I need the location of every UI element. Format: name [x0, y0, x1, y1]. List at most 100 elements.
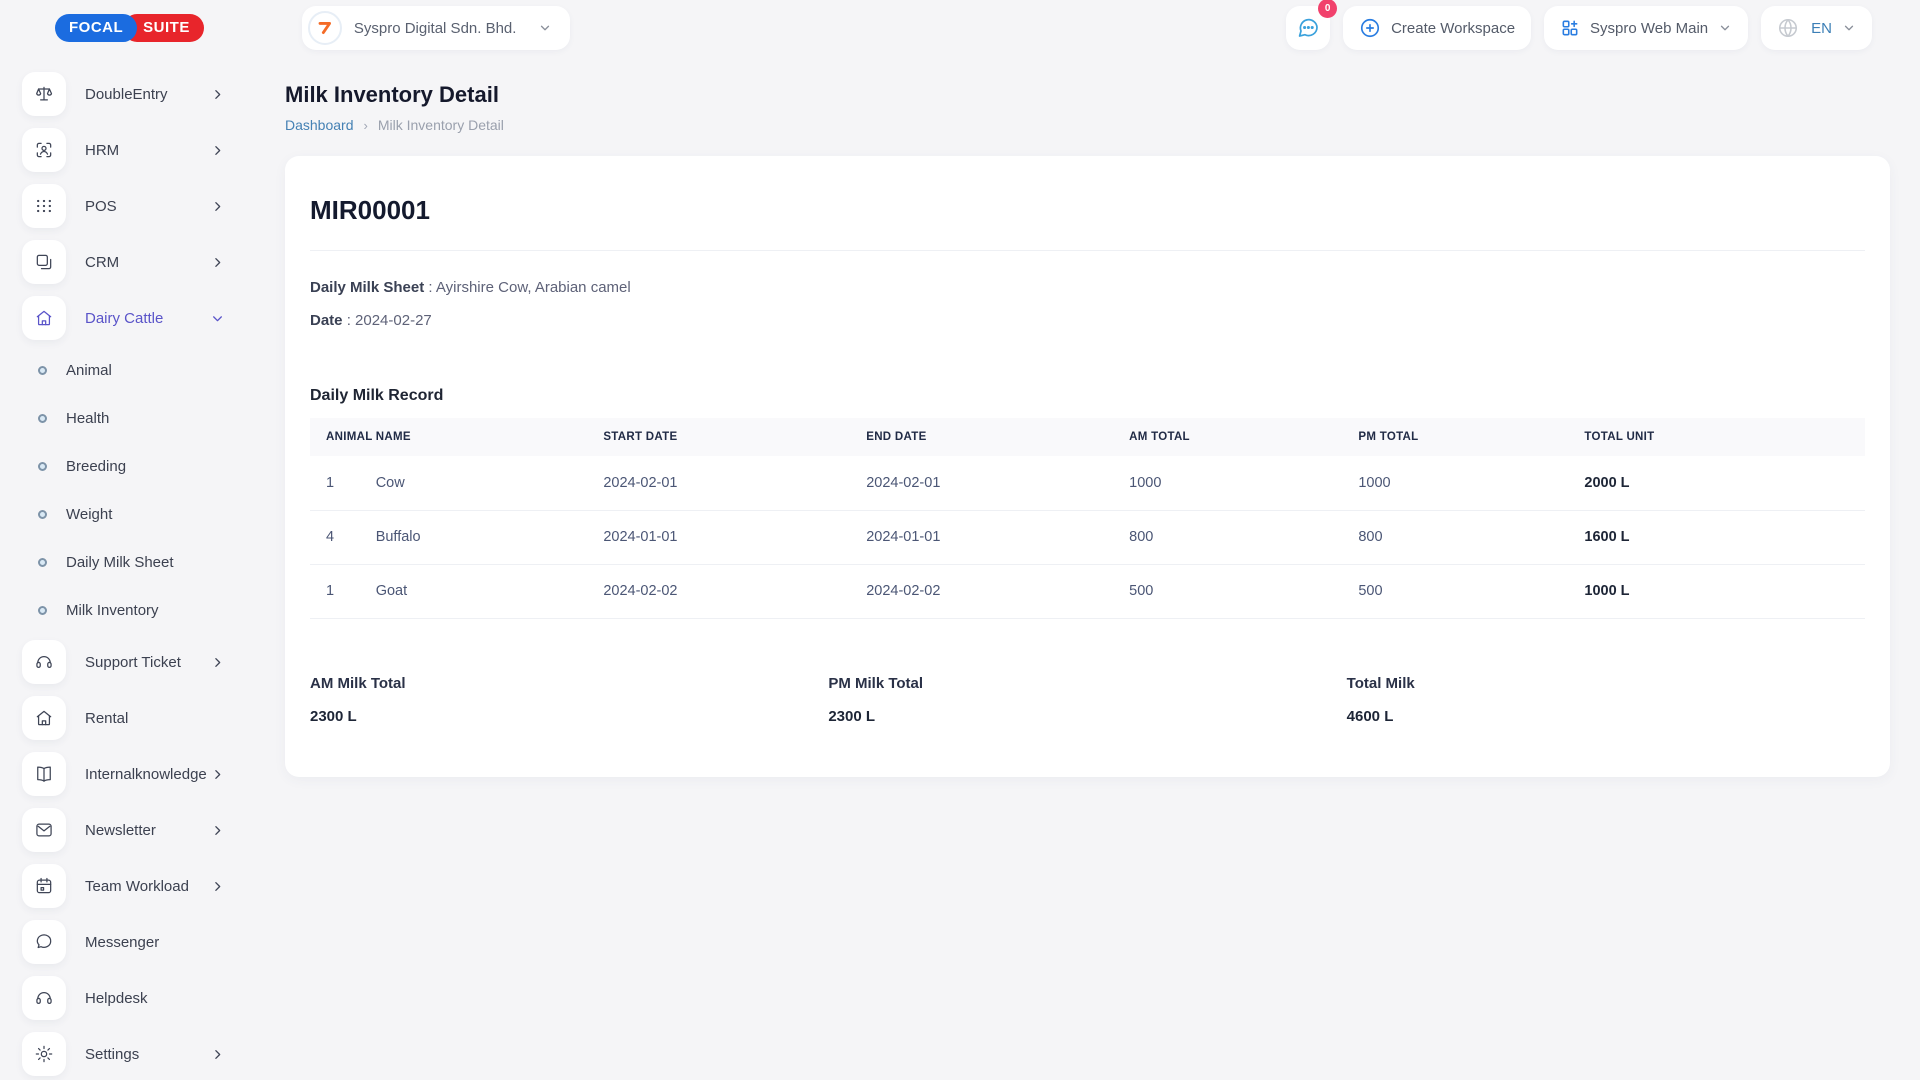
focal-suite-logo: FOCAL SUITE — [55, 14, 204, 42]
sidebar-item-team-workload[interactable]: Team Workload — [0, 858, 258, 914]
cell-start-date: 2024-01-01 — [587, 510, 850, 564]
sidebar-subitem-health[interactable]: Health — [0, 394, 258, 442]
workspace-grid-icon — [1560, 18, 1580, 38]
sidebar-item-helpdesk[interactable]: Helpdesk — [0, 970, 258, 1026]
record-code: MIR00001 — [310, 195, 1865, 226]
sidebar-item-support-ticket[interactable]: Support Ticket — [0, 634, 258, 690]
sidebar-item-hrm[interactable]: HRM — [0, 122, 258, 178]
sidebar-item-doubleentry[interactable]: DoubleEntry — [0, 66, 258, 122]
globe-icon — [1777, 17, 1799, 39]
sidebar-subitem-label: Breeding — [66, 458, 126, 475]
chat-bubble-icon — [22, 920, 66, 964]
chevron-right-icon — [211, 88, 224, 101]
home-icon — [22, 296, 66, 340]
sidebar-item-dairy-cattle[interactable]: Dairy Cattle — [0, 290, 258, 346]
calendar-icon — [22, 864, 66, 908]
cell-animal-name: Goat — [360, 564, 588, 618]
bullet-icon — [38, 606, 47, 615]
cell-am-total: 1000 — [1113, 456, 1342, 510]
chevron-right-icon — [211, 1048, 224, 1061]
daily-milk-record-table: ANIMAL NAME START DATE END DATE AM TOTAL… — [310, 418, 1865, 619]
milk-summary: AM Milk Total 2300 L PM Milk Total 2300 … — [310, 675, 1865, 725]
plus-circle-icon — [1359, 17, 1381, 39]
sidebar-item-label: DoubleEntry — [85, 86, 168, 103]
copy-squares-icon — [22, 240, 66, 284]
chevron-right-icon — [211, 656, 224, 669]
breadcrumb-dashboard-link[interactable]: Dashboard — [285, 117, 354, 133]
bullet-icon — [38, 510, 47, 519]
sidebar-item-label: Support Ticket — [85, 654, 181, 671]
chevron-right-icon — [211, 880, 224, 893]
sidebar-item-label: Team Workload — [85, 878, 189, 895]
total-milk-block: Total Milk 4600 L — [1347, 675, 1865, 725]
cell-am-total: 800 — [1113, 510, 1342, 564]
cell-animal-name: Cow — [360, 456, 588, 510]
am-milk-total-label: AM Milk Total — [310, 675, 828, 692]
chat-bubble-dots-icon — [1296, 16, 1320, 40]
sidebar-subitem-breeding[interactable]: Breeding — [0, 442, 258, 490]
chevron-right-icon — [211, 824, 224, 837]
am-milk-total-value: 2300 L — [310, 708, 828, 725]
column-header-total-unit: TOTAL UNIT — [1568, 418, 1865, 456]
sidebar-item-label: Settings — [85, 1046, 139, 1063]
scales-icon — [22, 72, 66, 116]
cell-pm-total: 500 — [1342, 564, 1568, 618]
sidebar-item-messenger[interactable]: Messenger — [0, 914, 258, 970]
chevron-right-icon — [211, 200, 224, 213]
sidebar-item-settings[interactable]: Settings — [0, 1026, 258, 1080]
daily-milk-sheet-label: Daily Milk Sheet — [310, 279, 424, 296]
messages-badge: 0 — [1318, 0, 1337, 18]
envelope-icon — [22, 808, 66, 852]
sidebar-subitem-daily-milk-sheet[interactable]: Daily Milk Sheet — [0, 538, 258, 586]
cell-total-unit: 1000 L — [1568, 564, 1865, 618]
book-icon — [22, 752, 66, 796]
sidebar-item-rental[interactable]: Rental — [0, 690, 258, 746]
workspace-selector[interactable]: Syspro Web Main — [1544, 6, 1748, 50]
chevron-right-icon — [211, 256, 224, 269]
sidebar-subitem-weight[interactable]: Weight — [0, 490, 258, 538]
date-value: : 2024-02-27 — [347, 312, 432, 329]
sidebar-item-label: Internalknowledge — [85, 766, 207, 783]
sidebar-subitem-milk-inventory[interactable]: Milk Inventory — [0, 586, 258, 634]
bullet-icon — [38, 366, 47, 375]
daily-milk-sheet-value: : Ayirshire Cow, Arabian camel — [428, 279, 630, 296]
create-workspace-button[interactable]: Create Workspace — [1343, 6, 1531, 50]
language-code: EN — [1811, 20, 1832, 37]
sidebar-item-label: POS — [85, 198, 117, 215]
cell-am-total: 500 — [1113, 564, 1342, 618]
column-header-pm-total: PM TOTAL — [1342, 418, 1568, 456]
sidebar-item-crm[interactable]: CRM — [0, 234, 258, 290]
company-selector[interactable]: Syspro Digital Sdn. Bhd. — [302, 6, 571, 50]
table-row: 1 Cow 2024-02-01 2024-02-01 1000 1000 20… — [310, 456, 1865, 510]
sidebar-item-label: Rental — [85, 710, 128, 727]
headset-icon — [22, 640, 66, 684]
sidebar-subitem-label: Animal — [66, 362, 112, 379]
cell-qty: 1 — [310, 456, 360, 510]
sidebar-item-internalknowledge[interactable]: Internalknowledge — [0, 746, 258, 802]
headset-icon — [22, 976, 66, 1020]
sidebar-subitem-label: Daily Milk Sheet — [66, 554, 174, 571]
company-name: Syspro Digital Sdn. Bhd. — [354, 20, 517, 37]
page-title: Milk Inventory Detail — [285, 82, 1890, 108]
chevron-right-icon — [211, 144, 224, 157]
messages-button[interactable]: 0 — [1286, 6, 1330, 50]
sidebar-item-label: CRM — [85, 254, 119, 271]
bullet-icon — [38, 462, 47, 471]
sidebar-subitem-label: Health — [66, 410, 109, 427]
cell-end-date: 2024-01-01 — [850, 510, 1113, 564]
pm-milk-total-block: PM Milk Total 2300 L — [828, 675, 1346, 725]
sidebar-item-label: Messenger — [85, 934, 159, 951]
sidebar-item-newsletter[interactable]: Newsletter — [0, 802, 258, 858]
total-milk-label: Total Milk — [1347, 675, 1865, 692]
chevron-down-icon — [1718, 21, 1732, 35]
bullet-icon — [38, 558, 47, 567]
gear-icon — [22, 1032, 66, 1076]
cell-total-unit: 1600 L — [1568, 510, 1865, 564]
language-selector[interactable]: EN — [1761, 6, 1872, 50]
column-header-animal-name: ANIMAL NAME — [310, 418, 587, 456]
sidebar-item-pos[interactable]: POS — [0, 178, 258, 234]
milk-inventory-card: MIR00001 Daily Milk Sheet : Ayirshire Co… — [285, 156, 1890, 777]
sidebar-subitem-animal[interactable]: Animal — [0, 346, 258, 394]
main-content: Milk Inventory Detail Dashboard › Milk I… — [258, 56, 1920, 1080]
cell-pm-total: 800 — [1342, 510, 1568, 564]
